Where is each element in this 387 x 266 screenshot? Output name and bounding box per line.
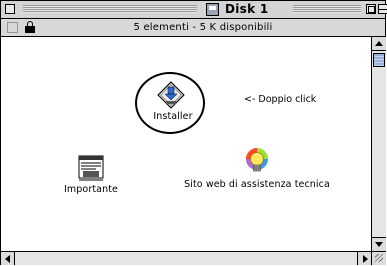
lightbulb-icon <box>246 148 268 172</box>
double-click-hint: <- Doppio click <box>244 94 317 105</box>
scroll-down-arrow[interactable] <box>372 237 386 251</box>
scroll-left-arrow[interactable] <box>1 252 15 265</box>
finder-window: Disk 1 5 elementi - 5 K disponibili Inst… <box>0 0 387 265</box>
scroll-up-arrow[interactable] <box>372 37 386 51</box>
disk-icon <box>206 3 219 16</box>
scroll-right-arrow[interactable] <box>357 252 371 265</box>
arrow-left-icon <box>5 255 10 263</box>
window-title: Disk 1 <box>225 2 269 16</box>
volume-info: 5 elementi - 5 K disponibili <box>133 22 273 33</box>
installer-label: Installer <box>153 111 193 122</box>
arrow-down-icon <box>375 242 383 247</box>
lock-icon <box>25 21 35 33</box>
vertical-scrollbar[interactable] <box>371 37 386 251</box>
title-bar[interactable]: Disk 1 <box>1 1 387 19</box>
zoom-box-button[interactable] <box>366 4 376 14</box>
window-title-group: Disk 1 <box>198 2 291 17</box>
collapse-box-button[interactable] <box>378 4 387 14</box>
view-grid-icon <box>7 22 18 33</box>
resize-grow-box[interactable] <box>371 251 386 265</box>
horizontal-scrollbar[interactable] <box>1 251 371 265</box>
importante-label: Importante <box>64 184 118 195</box>
window-header: 5 elementi - 5 K disponibili <box>1 19 385 37</box>
installer-icon <box>157 81 185 109</box>
arrow-right-icon <box>363 255 368 263</box>
title-stripes-left <box>23 5 197 13</box>
support-site-label: Sito web di assistenza tecnica <box>184 179 330 190</box>
vertical-scroll-thumb[interactable] <box>373 53 385 67</box>
arrow-up-icon <box>375 41 383 46</box>
title-stripes-right <box>293 5 361 13</box>
importante-item[interactable]: Importante <box>64 155 118 205</box>
installer-item[interactable]: Installer <box>138 81 208 141</box>
document-icon <box>78 155 104 181</box>
close-box-button[interactable] <box>5 4 15 14</box>
support-site-item[interactable]: Sito web di assistenza tecnica <box>184 147 330 207</box>
window-content: Installer <- Doppio click Importante Sit… <box>1 37 371 251</box>
